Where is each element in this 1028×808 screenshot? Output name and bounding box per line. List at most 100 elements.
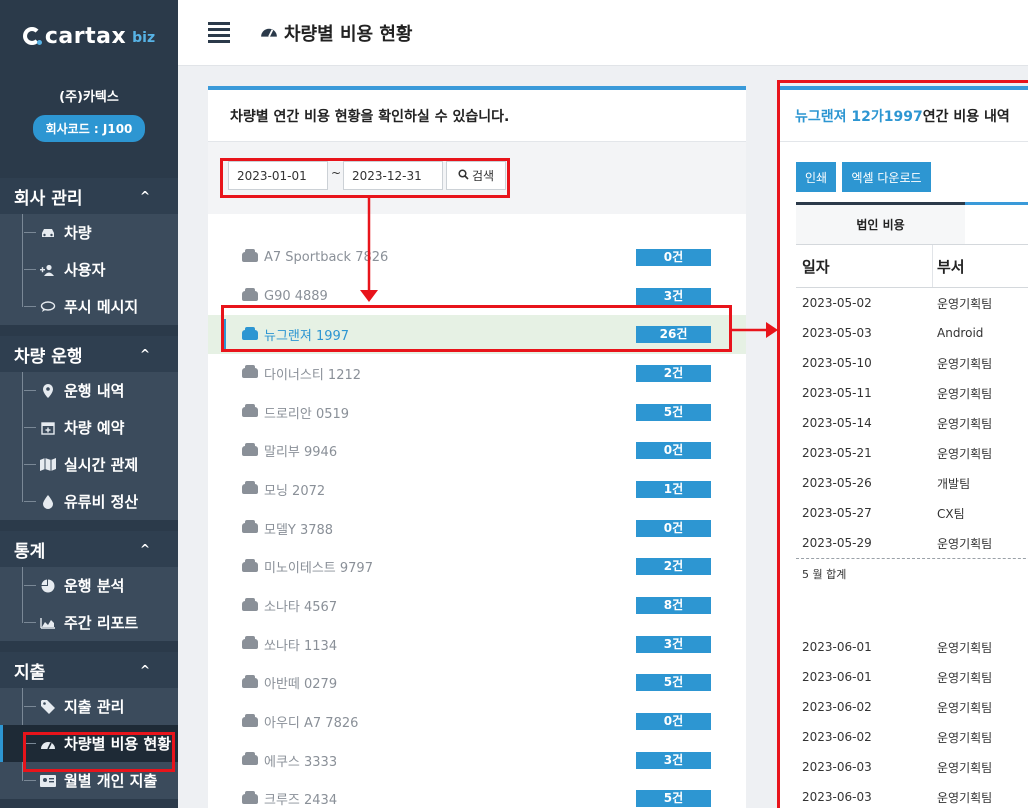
car-icon xyxy=(242,520,258,534)
sidebar-item-fuel[interactable]: 유류비 정산 xyxy=(0,483,178,520)
vehicle-row[interactable]: 크루즈 2434 5건 xyxy=(208,780,746,808)
sidebar-item-weekly[interactable]: 주간 리포트 xyxy=(0,604,178,641)
sidebar-item-label: 운행 내역 xyxy=(64,382,125,400)
cell-date: 2023-05-26 xyxy=(802,476,872,490)
sidebar-item-vehicle-cost[interactable]: 차량별 비용 현황 xyxy=(0,725,178,762)
chevron-up-icon: ^ xyxy=(139,189,150,203)
vehicle-row[interactable]: 미노이테스트 9797 2건 xyxy=(208,548,746,587)
sidebar-item-vehicles[interactable]: 차량 xyxy=(0,214,178,251)
sidebar: cartax biz (주)카텍스 회사코드 : J100 회사 관리 ^ 차량… xyxy=(0,0,178,808)
vehicle-row[interactable]: 모닝 2072 1건 xyxy=(208,470,746,509)
tag-icon xyxy=(38,699,58,714)
table-row[interactable]: 2023-06-01 운영기획팀 xyxy=(796,632,1028,662)
group-items: 운행 분석 주간 리포트 xyxy=(0,567,178,641)
table-row[interactable]: 2023-06-02 운영기획팀 xyxy=(796,692,1028,722)
cell-date: 2023-06-02 xyxy=(802,730,872,744)
vehicle-row[interactable]: 아우디 A7 7826 0건 xyxy=(208,702,746,741)
cost-detail-panel: 뉴그랜져 12가1997 연간 비용 내역 인쇄 엑셀 다운로드 법인 비용 일… xyxy=(777,86,1028,808)
date-from-input[interactable]: 2023-01-01 xyxy=(228,161,328,190)
vehicle-row[interactable]: A7 Sportback 7826 0건 xyxy=(208,238,746,277)
vehicle-name: 에쿠스 3333 xyxy=(264,754,338,770)
vehicle-row[interactable]: G90 4889 3건 xyxy=(208,277,746,316)
cost-count-badge: 5건 xyxy=(636,674,711,692)
vehicle-row[interactable]: 모델Y 3788 0건 xyxy=(208,509,746,548)
sidebar-item-label: 차량 xyxy=(64,224,92,242)
vehicle-row[interactable]: 아반떼 0279 5건 xyxy=(208,664,746,703)
date-to-input[interactable]: 2023-12-31 xyxy=(343,161,443,190)
cell-dept: 개발팀 xyxy=(937,476,971,491)
sidebar-item-label: 유류비 정산 xyxy=(64,493,139,511)
table-row[interactable]: 2023-05-21 운영기획팀 xyxy=(796,438,1028,468)
table-row[interactable]: 2023-06-01 운영기획팀 xyxy=(796,662,1028,692)
table-row[interactable]: 2023-06-02 운영기획팀 xyxy=(796,722,1028,752)
sidebar-item-trips[interactable]: 운행 내역 xyxy=(0,372,178,409)
group-items: 지출 관리 차량별 비용 현황 월별 개인 지출 xyxy=(0,688,178,799)
vehicle-row[interactable]: 다이너스티 1212 2건 xyxy=(208,354,746,393)
sidebar-item-label: 사용자 xyxy=(64,261,106,279)
group-header-stats[interactable]: 통계 ^ xyxy=(0,531,178,567)
car-icon xyxy=(242,558,258,572)
excel-download-button[interactable]: 엑셀 다운로드 xyxy=(842,162,931,192)
cost-count-badge: 2건 xyxy=(636,558,711,576)
sidebar-item-label: 실시간 관제 xyxy=(64,456,139,474)
sidebar-item-reservation[interactable]: 차량 예약 xyxy=(0,409,178,446)
car-icon xyxy=(242,674,258,688)
vehicle-row[interactable]: 소나타 4567 8건 xyxy=(208,586,746,625)
droplet-icon xyxy=(38,494,58,509)
table-row[interactable]: 2023-05-02 운영기획팀 xyxy=(796,288,1028,318)
sidebar-item-analysis[interactable]: 운행 분석 xyxy=(0,567,178,604)
cell-date: 2023-05-11 xyxy=(802,386,872,400)
table-row[interactable]: 2023-05-14 운영기획팀 xyxy=(796,408,1028,438)
tab-corporate-cost[interactable]: 법인 비용 xyxy=(796,202,965,244)
table-row[interactable]: 2023-05-26 개발팀 xyxy=(796,468,1028,498)
print-button[interactable]: 인쇄 xyxy=(796,162,836,192)
table-row[interactable]: 2023-05-29 운영기획팀 xyxy=(796,528,1028,558)
vehicle-row[interactable]: 말리부 9946 0건 xyxy=(208,431,746,470)
vehicle-row[interactable]: 쏘나타 1134 3건 xyxy=(208,625,746,664)
car-icon xyxy=(242,790,258,804)
table-row[interactable]: 2023-05-11 운영기획팀 xyxy=(796,378,1028,408)
cell-date: 2023-05-10 xyxy=(802,356,872,370)
group-header-company[interactable]: 회사 관리 ^ xyxy=(0,178,178,214)
dashboard-icon xyxy=(38,738,58,750)
cost-count-badge: 0건 xyxy=(636,713,711,731)
table-row[interactable]: 2023-05-10 운영기획팀 xyxy=(796,348,1028,378)
menu-toggle-icon[interactable] xyxy=(208,22,230,43)
group-header-expense[interactable]: 지출 ^ xyxy=(0,652,178,688)
cell-dept: 운영기획팀 xyxy=(937,296,993,311)
map-pin-icon xyxy=(38,383,58,398)
table-row[interactable]: 2023-06-03 운영기획팀 xyxy=(796,782,1028,808)
vehicle-row[interactable]: 에쿠스 3333 3건 xyxy=(208,741,746,780)
group-title: 차량 운행 xyxy=(14,346,83,367)
cost-table: 일자 부서 2023-05-02 운영기획팀 2023-05-03 Android 20… xyxy=(796,244,1028,808)
table-row[interactable]: 2023-05-27 CX팀 xyxy=(796,498,1028,528)
sidebar-item-realtime[interactable]: 실시간 관제 xyxy=(0,446,178,483)
cost-count-badge: 3건 xyxy=(636,635,711,653)
cell-dept: 운영기획팀 xyxy=(937,416,993,431)
group-title: 통계 xyxy=(14,541,46,562)
car-icon xyxy=(242,713,258,727)
vehicle-row[interactable]: 뉴그랜져 1997 26건 xyxy=(208,315,746,355)
table-row[interactable]: 2023-05-03 Android xyxy=(796,318,1028,348)
menu-group-company: 회사 관리 ^ 차량 사용자 푸시 메시지 xyxy=(0,178,178,325)
menu-group-driving: 차량 운행 ^ 운행 내역 차량 예약 실시간 관제 유류비 정산 xyxy=(0,336,178,520)
sidebar-item-push[interactable]: 푸시 메시지 xyxy=(0,288,178,325)
logo[interactable]: cartax biz xyxy=(0,0,178,72)
tab-other[interactable] xyxy=(965,202,1028,244)
sidebar-item-label: 주간 리포트 xyxy=(64,614,139,632)
area-chart-icon xyxy=(38,617,58,629)
cell-date: 2023-05-27 xyxy=(802,506,872,520)
sidebar-item-expense-manage[interactable]: 지출 관리 xyxy=(0,688,178,725)
vehicle-row[interactable]: 드로리안 0519 5건 xyxy=(208,393,746,432)
vehicle-name: 소나타 4567 xyxy=(264,600,338,616)
group-header-driving[interactable]: 차량 운행 ^ xyxy=(0,336,178,372)
search-button[interactable]: 검색 xyxy=(446,161,506,190)
may-total-row: 5 월 합계 xyxy=(796,558,1028,588)
sidebar-item-users[interactable]: 사용자 xyxy=(0,251,178,288)
sidebar-item-monthly-personal[interactable]: 월별 개인 지출 xyxy=(0,762,178,799)
cell-date: 2023-05-21 xyxy=(802,446,872,460)
car-icon xyxy=(242,752,258,766)
table-row[interactable]: 2023-06-03 운영기획팀 xyxy=(796,752,1028,782)
cell-dept: Android xyxy=(937,326,984,340)
cell-dept: 운영기획팀 xyxy=(937,640,993,655)
